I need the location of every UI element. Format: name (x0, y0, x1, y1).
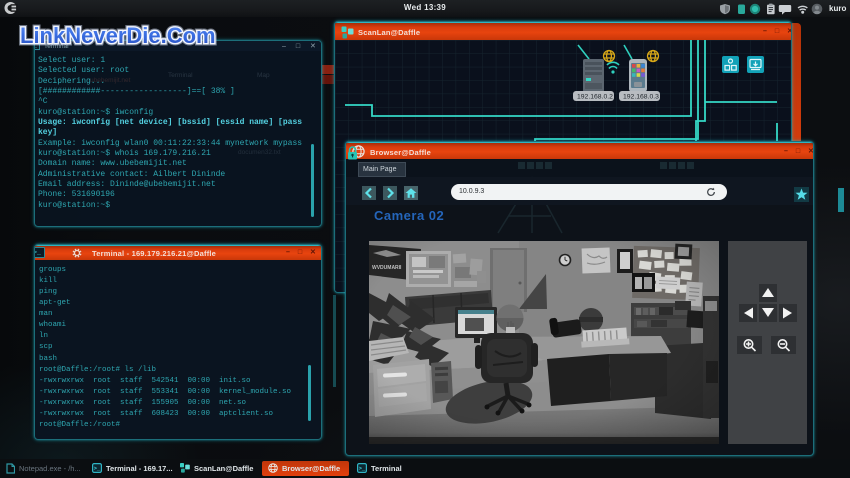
svg-text:>_: >_ (94, 465, 101, 472)
svg-text:>_: >_ (359, 465, 366, 472)
svg-text:LinkNeverDie.Com: LinkNeverDie.Com (20, 23, 216, 48)
svg-text:192.168.0.2: 192.168.0.2 (577, 94, 613, 101)
svg-text:192.168.0.3: 192.168.0.3 (623, 94, 659, 101)
